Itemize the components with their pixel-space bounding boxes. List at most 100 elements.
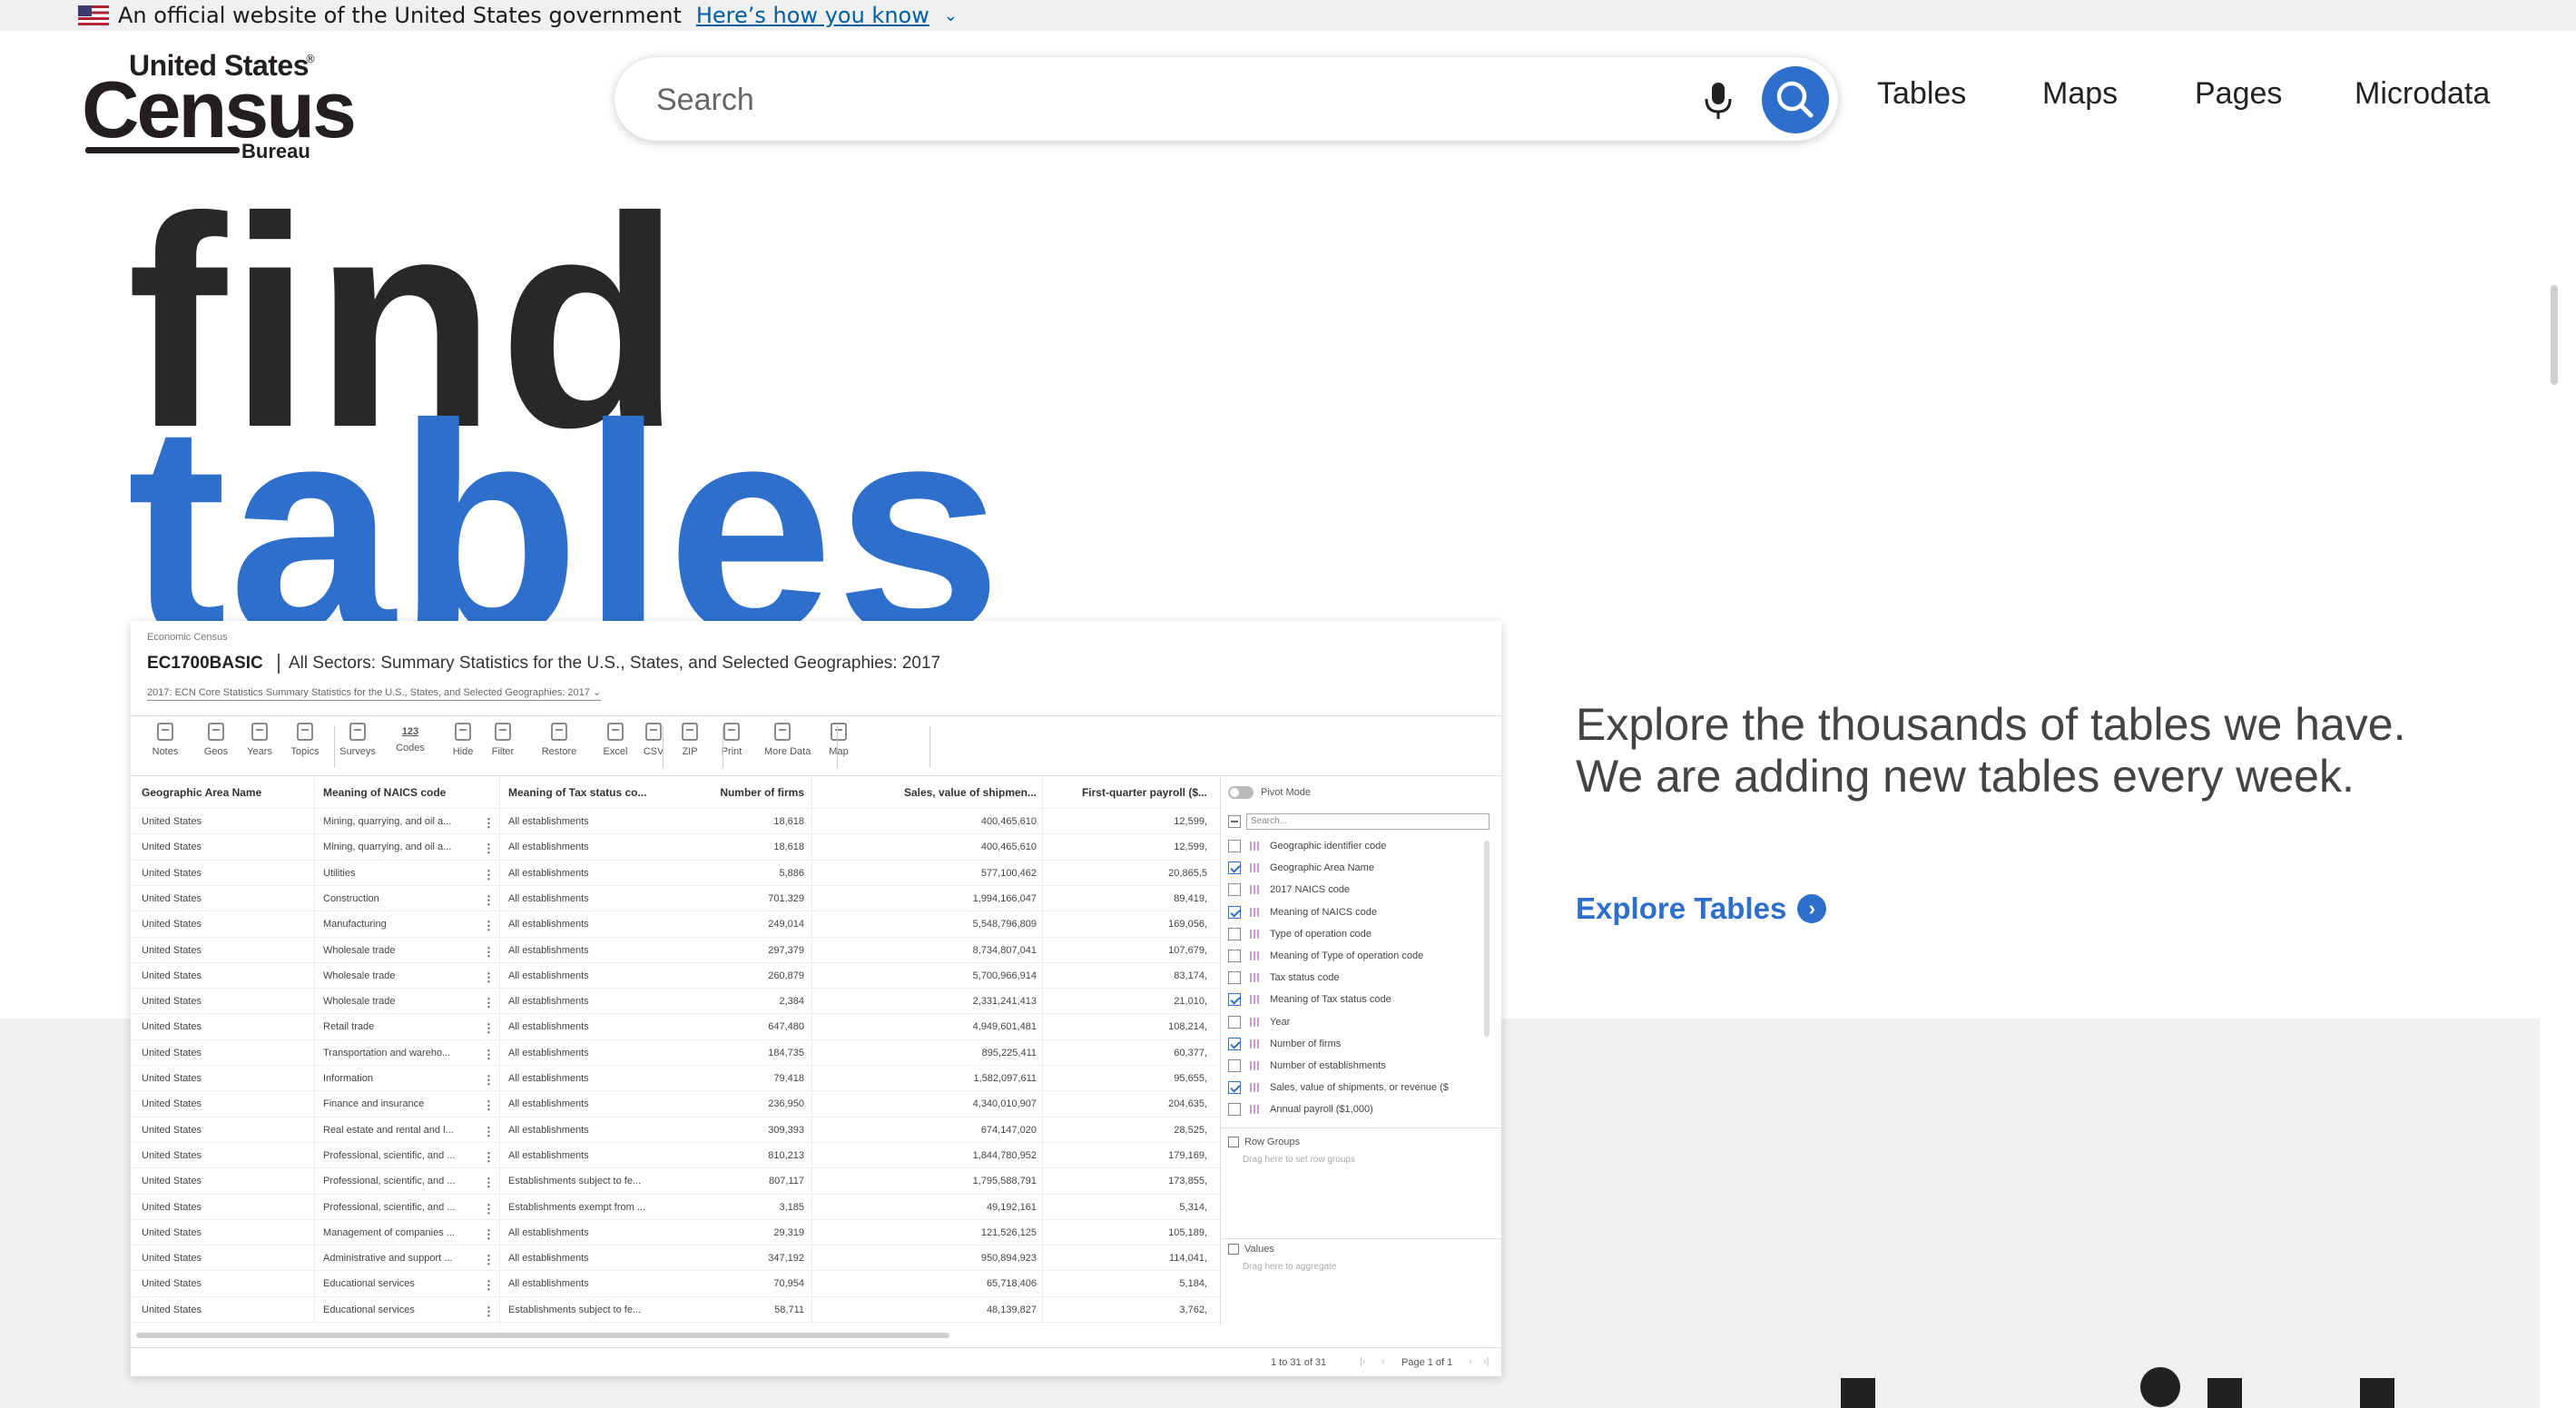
column-header[interactable]: First-quarter payroll ($... bbox=[1046, 786, 1207, 799]
table-row[interactable]: United States Management of companies ...… bbox=[131, 1218, 1220, 1245]
table-row[interactable]: United States Mining, quarrying, and oil … bbox=[131, 808, 1220, 833]
column-checkbox[interactable] bbox=[1228, 1081, 1241, 1095]
column-field[interactable]: Meaning of Tax status code bbox=[1228, 989, 1391, 1010]
drag-handle-icon[interactable] bbox=[1250, 907, 1259, 917]
column-field[interactable]: Tax status code bbox=[1228, 967, 1339, 989]
column-field[interactable]: Meaning of NAICS code bbox=[1228, 901, 1377, 923]
explore-tables-link[interactable]: Explore Tables › bbox=[1576, 891, 1827, 926]
column-checkbox[interactable] bbox=[1228, 950, 1241, 962]
microphone-icon[interactable] bbox=[1700, 79, 1736, 123]
table-row[interactable]: United States Transportation and wareho..… bbox=[131, 1039, 1220, 1065]
table-row[interactable]: United States Construction All establishme… bbox=[131, 884, 1220, 911]
toolbar-zip-button[interactable]: ZIP bbox=[672, 721, 708, 757]
toolbar-surveys-button[interactable]: Surveys bbox=[339, 721, 376, 757]
kebab-menu-icon[interactable]: ⋮ bbox=[483, 919, 495, 933]
last-page-icon[interactable]: ›| bbox=[1483, 1356, 1490, 1367]
column-field[interactable]: Geographic Area Name bbox=[1228, 857, 1374, 879]
select-all-checkbox[interactable] bbox=[1228, 815, 1241, 828]
column-checkbox[interactable] bbox=[1228, 1059, 1241, 1072]
nav-maps[interactable]: Maps bbox=[2042, 76, 2118, 112]
nav-microdata[interactable]: Microdata bbox=[2355, 76, 2490, 112]
table-row[interactable]: United States Professional, scientific, a… bbox=[131, 1193, 1220, 1219]
toolbar-map-button[interactable]: Map bbox=[821, 721, 857, 757]
column-field[interactable]: 2017 NAICS code bbox=[1228, 879, 1350, 901]
drag-handle-icon[interactable] bbox=[1250, 1017, 1259, 1027]
toolbar-print-button[interactable]: Print bbox=[713, 721, 750, 757]
kebab-menu-icon[interactable]: ⋮ bbox=[483, 816, 495, 831]
kebab-menu-icon[interactable]: ⋮ bbox=[483, 1073, 495, 1088]
nav-tables[interactable]: Tables bbox=[1877, 76, 1966, 112]
column-header[interactable]: Meaning of Tax status co... bbox=[508, 786, 663, 799]
table-row[interactable]: United StatesEducational servicesEstabli… bbox=[131, 1322, 1220, 1325]
drag-handle-icon[interactable] bbox=[1250, 1105, 1259, 1115]
kebab-menu-icon[interactable]: ⋮ bbox=[483, 1048, 495, 1062]
chevron-down-icon[interactable]: ⌄ bbox=[944, 6, 958, 25]
toolbar-filter-button[interactable]: Filter bbox=[485, 721, 521, 757]
drag-handle-icon[interactable] bbox=[1250, 929, 1259, 939]
drag-handle-icon[interactable] bbox=[1250, 973, 1259, 983]
column-field[interactable]: Year bbox=[1228, 1011, 1290, 1033]
kebab-menu-icon[interactable]: ⋮ bbox=[483, 842, 495, 856]
table-row[interactable]: United States Professional, scientific, a… bbox=[131, 1141, 1220, 1167]
table-row[interactable]: United States Real estate and rental and … bbox=[131, 1116, 1220, 1142]
nav-pages[interactable]: Pages bbox=[2195, 76, 2282, 112]
toolbar-excel-button[interactable]: Excel bbox=[597, 721, 634, 757]
drag-handle-icon[interactable] bbox=[1250, 951, 1259, 960]
column-header[interactable]: Geographic Area Name bbox=[142, 786, 314, 799]
search-input[interactable] bbox=[656, 77, 1609, 123]
column-field[interactable]: Number of firms bbox=[1228, 1033, 1341, 1055]
drag-handle-icon[interactable] bbox=[1250, 1039, 1259, 1049]
column-checkbox[interactable] bbox=[1228, 905, 1241, 919]
toolbar-hide-button[interactable]: Hide bbox=[445, 721, 481, 757]
toolbar-years-button[interactable]: Years bbox=[241, 721, 278, 757]
previous-page-icon[interactable]: ‹ bbox=[1381, 1356, 1385, 1367]
column-field[interactable]: Sales, value of shipments, or revenue ($ bbox=[1228, 1077, 1449, 1098]
census-logo[interactable]: United States ® Census Bureau bbox=[82, 49, 357, 162]
column-field[interactable]: Type of operation code bbox=[1228, 923, 1372, 945]
toolbar-topics-button[interactable]: Topics bbox=[287, 721, 323, 757]
kebab-menu-icon[interactable]: ⋮ bbox=[483, 893, 495, 908]
column-checkbox[interactable] bbox=[1228, 840, 1241, 852]
table-row[interactable]: United States Wholesale trade All establis… bbox=[131, 988, 1220, 1013]
table-row[interactable]: United States Finance and insurance All es… bbox=[131, 1090, 1220, 1116]
kebab-menu-icon[interactable]: ⋮ bbox=[483, 1253, 495, 1267]
column-header[interactable]: Meaning of NAICS code bbox=[323, 786, 477, 799]
column-checkbox[interactable] bbox=[1228, 971, 1241, 985]
kebab-menu-icon[interactable]: ⋮ bbox=[483, 945, 495, 960]
toolbar-more-data-button[interactable]: More Data bbox=[764, 721, 811, 757]
how-you-know-link[interactable]: Here’s how you know bbox=[696, 3, 929, 28]
kebab-menu-icon[interactable]: ⋮ bbox=[483, 1202, 495, 1216]
column-search-input[interactable]: Search... bbox=[1246, 813, 1490, 830]
column-list-scrollbar[interactable] bbox=[1484, 841, 1490, 1037]
drag-handle-icon[interactable] bbox=[1250, 863, 1259, 873]
column-header[interactable]: Sales, value of shipmen... bbox=[813, 786, 1037, 799]
table-row[interactable]: United States Administrative and support … bbox=[131, 1245, 1220, 1270]
table-row[interactable]: United States Wholesale trade All establis… bbox=[131, 936, 1220, 962]
table-row[interactable]: United States Educational services All est… bbox=[131, 1270, 1220, 1295]
column-checkbox[interactable] bbox=[1228, 1103, 1241, 1117]
toolbar-restore-button[interactable]: Restore bbox=[541, 721, 577, 757]
table-row[interactable]: United States Retail trade All establishme… bbox=[131, 1013, 1220, 1039]
kebab-menu-icon[interactable]: ⋮ bbox=[483, 1150, 495, 1165]
table-row[interactable]: United States Manufacturing All establishm… bbox=[131, 911, 1220, 936]
toolbar-notes-button[interactable]: Notes bbox=[147, 721, 183, 757]
column-checkbox[interactable] bbox=[1228, 993, 1241, 1007]
column-checkbox[interactable] bbox=[1228, 1037, 1241, 1050]
column-header[interactable]: Number of firms bbox=[672, 786, 804, 799]
page-scrollbar[interactable] bbox=[2551, 285, 2558, 385]
kebab-menu-icon[interactable]: ⋮ bbox=[483, 970, 495, 985]
kebab-menu-icon[interactable]: ⋮ bbox=[483, 1125, 495, 1139]
search-button[interactable] bbox=[1762, 66, 1829, 133]
drag-handle-icon[interactable] bbox=[1250, 885, 1259, 895]
table-row[interactable]: United States Mining, quarrying, and oil … bbox=[131, 833, 1220, 859]
table-row[interactable]: United States Wholesale trade All establis… bbox=[131, 961, 1220, 988]
kebab-menu-icon[interactable]: ⋮ bbox=[483, 1021, 495, 1036]
drag-handle-icon[interactable] bbox=[1250, 1083, 1259, 1093]
column-checkbox[interactable] bbox=[1228, 927, 1241, 940]
toolbar-codes-button[interactable]: 123 Codes bbox=[392, 721, 428, 753]
kebab-menu-icon[interactable]: ⋮ bbox=[483, 996, 495, 1010]
kebab-menu-icon[interactable]: ⋮ bbox=[483, 868, 495, 882]
horizontal-scrollbar[interactable] bbox=[136, 1333, 949, 1338]
table-row[interactable]: United States Utilities All establishments… bbox=[131, 859, 1220, 885]
column-checkbox[interactable] bbox=[1228, 862, 1241, 875]
